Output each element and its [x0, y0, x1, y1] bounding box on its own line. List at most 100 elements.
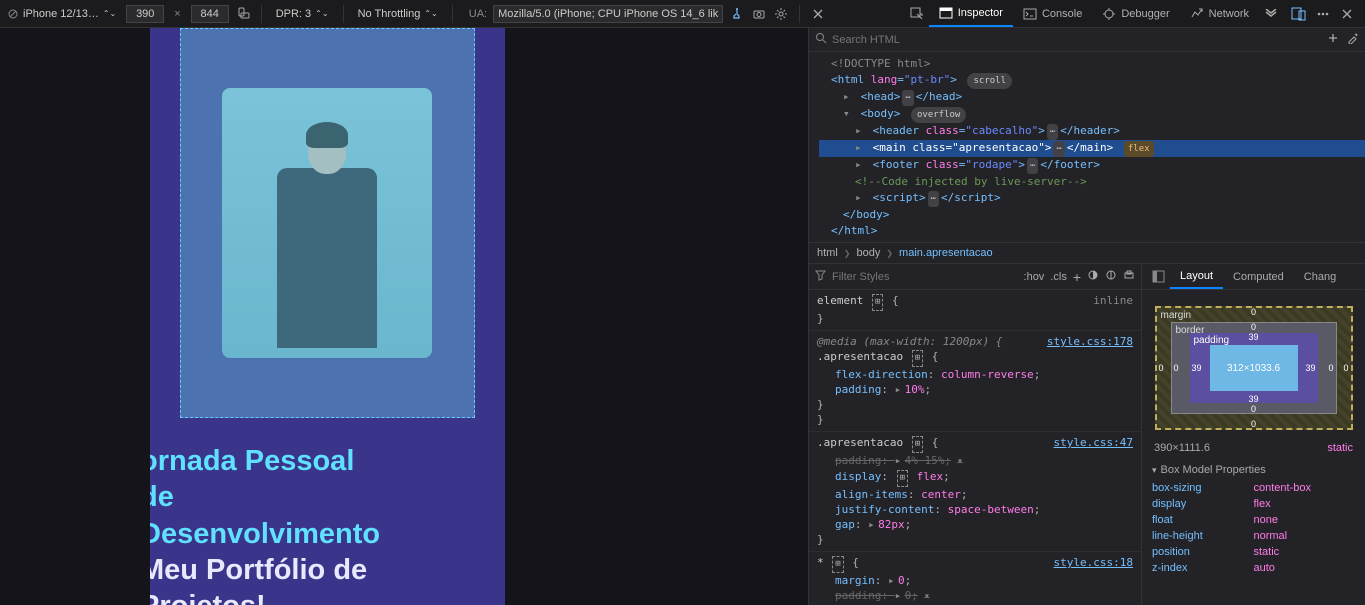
hov-toggle[interactable]: :hov [1024, 271, 1045, 283]
throttling-select[interactable]: No Throttling ⌃⌄ [354, 6, 442, 22]
prop-key[interactable]: position [1152, 546, 1254, 558]
screenshot-icon[interactable] [751, 6, 767, 22]
rotate-icon[interactable] [235, 6, 251, 22]
twisty-icon[interactable]: ▸ [855, 123, 863, 139]
twisty-icon[interactable]: ▸ [855, 157, 863, 173]
rule-star[interactable]: style.css:18 * ⊞ { margin: ▸0; padding: … [809, 552, 1141, 605]
prop-key[interactable]: z-index [1152, 562, 1254, 574]
crumb-main[interactable]: main.apresentacao [899, 247, 993, 259]
css-prop[interactable]: align-items: center; [817, 487, 1133, 502]
funnel-icon[interactable]: ▾ [924, 591, 930, 602]
add-element-icon[interactable] [1327, 32, 1339, 47]
add-rule-icon[interactable]: + [1073, 269, 1081, 285]
flex-inspector-icon[interactable]: ⊞ [872, 294, 883, 311]
ellipsis-icon[interactable]: ⋯ [902, 90, 913, 106]
prop-key[interactable]: display [1152, 498, 1254, 510]
dom-script-el[interactable]: ▸ <script>⋯</script> [819, 190, 1365, 207]
twisty-icon[interactable]: ▸ [895, 588, 903, 603]
source-link[interactable]: style.css:178 [1047, 334, 1133, 349]
touch-icon[interactable] [729, 6, 745, 22]
css-prop[interactable]: display: ⊞ flex; [817, 469, 1133, 487]
tab-inspector[interactable]: Inspector [929, 0, 1013, 27]
rule-media-apresentacao[interactable]: style.css:178 @media (max-width: 1200px)… [809, 331, 1141, 432]
pick-element-icon[interactable] [909, 6, 925, 22]
tab-console[interactable]: Console [1013, 0, 1092, 27]
css-prop[interactable]: justify-content: space-between; [817, 502, 1133, 517]
padding-right-val[interactable]: 39 [1305, 363, 1315, 373]
prop-key[interactable]: float [1152, 514, 1254, 526]
margin-right-val[interactable]: 0 [1343, 363, 1348, 373]
flex-inspector-icon[interactable]: ⊞ [912, 436, 923, 453]
light-dark-icon[interactable] [1087, 269, 1099, 284]
close-rdm-icon[interactable] [810, 6, 826, 22]
cls-toggle[interactable]: .cls [1050, 271, 1067, 283]
ellipsis-icon[interactable]: ⋯ [1053, 141, 1064, 157]
sidebar-toggle-icon[interactable] [1146, 270, 1170, 283]
dom-main-el-selected[interactable]: ▸ <main class="apresentacao">⋯</main> fl… [819, 140, 1365, 157]
print-sim-icon[interactable] [1123, 269, 1135, 284]
padding-left-val[interactable]: 39 [1192, 363, 1202, 373]
css-prop[interactable]: margin: ▸0; [817, 573, 1133, 588]
css-prop[interactable]: padding: ▸10%; [817, 382, 1133, 397]
source-link[interactable]: style.css:18 [1054, 555, 1133, 570]
dom-comment[interactable]: <!--Code injected by live-server--> [819, 174, 1365, 190]
border-right-val[interactable]: 0 [1328, 363, 1333, 373]
dpr-select[interactable]: DPR: 3 ⌃⌄ [272, 6, 333, 22]
twisty-icon[interactable]: ▾ [843, 106, 851, 122]
twisty-icon[interactable]: ▸ [855, 190, 863, 206]
crumb-html[interactable]: html [817, 247, 838, 259]
twisty-icon[interactable]: ▸ [895, 453, 903, 468]
dom-footer-el[interactable]: ▸ <footer class="rodape">⋯</footer> [819, 157, 1365, 174]
margin-bottom-val[interactable]: 0 [1251, 419, 1256, 429]
prop-key[interactable]: box-sizing [1152, 482, 1254, 494]
tab-computed[interactable]: Computed [1223, 264, 1294, 289]
css-prop[interactable]: gap: ▸82px; [817, 517, 1133, 532]
device-select[interactable]: iPhone 12/13… ⌃⌄ [4, 6, 120, 22]
twisty-icon[interactable]: ▸ [843, 89, 851, 105]
tab-debugger[interactable]: Debugger [1092, 0, 1179, 27]
rule-apresentacao[interactable]: style.css:47 .apresentacao ⊞ { padding: … [809, 432, 1141, 552]
kebab-menu-icon[interactable] [1315, 6, 1331, 22]
flex-badge[interactable]: flex [1124, 141, 1154, 157]
dom-html-open[interactable]: <html lang="pt-br"> scroll [819, 72, 1365, 89]
padding-top-val[interactable]: 39 [1248, 332, 1258, 342]
border-left-val[interactable]: 0 [1174, 363, 1179, 373]
more-tabs-icon[interactable] [1263, 6, 1279, 22]
css-prop[interactable]: flex-direction: column-reverse; [817, 367, 1133, 382]
source-link[interactable]: style.css:47 [1054, 435, 1133, 450]
ellipsis-icon[interactable]: ⋯ [1047, 124, 1058, 140]
padding-bottom-val[interactable]: 39 [1248, 394, 1258, 404]
tab-changes[interactable]: Chang [1294, 264, 1346, 289]
border-bottom-val[interactable]: 0 [1251, 404, 1256, 414]
twisty-icon[interactable]: ▸ [888, 573, 896, 588]
prop-key[interactable]: line-height [1152, 530, 1254, 542]
filter-styles-input[interactable] [832, 271, 1018, 283]
box-model-diagram[interactable]: margin 0 0 0 0 border 0 0 0 0 [1155, 306, 1353, 430]
dom-body-open[interactable]: ▾ <body> overflow [819, 106, 1365, 123]
rule-element[interactable]: inline element ⊞ { } [809, 290, 1141, 331]
flex-inspector-icon[interactable]: ⊞ [912, 350, 923, 367]
dom-head[interactable]: ▸ <head>⋯</head> [819, 89, 1365, 106]
settings-gear-icon[interactable] [773, 6, 789, 22]
dom-html-close[interactable]: </html> [819, 223, 1365, 239]
viewport-height-input[interactable] [191, 5, 229, 23]
eyedropper-icon[interactable] [1347, 32, 1359, 47]
tab-network[interactable]: Network [1180, 0, 1259, 27]
dom-header-el[interactable]: ▸ <header class="cabecalho">⋯</header> [819, 123, 1365, 140]
ua-input[interactable] [493, 5, 723, 23]
twisty-icon[interactable]: ▸ [895, 382, 903, 397]
flex-inspector-icon[interactable]: ⊞ [897, 470, 908, 487]
css-prop-overridden[interactable]: padding: ▸0;▾ [817, 588, 1133, 604]
html-search-input[interactable] [832, 34, 1319, 46]
device-frame[interactable]: ornada Pessoal de Desenvolvimento Meu Po… [150, 28, 505, 605]
funnel-icon[interactable]: ▾ [957, 456, 963, 467]
content-dims[interactable]: 312×1033.6 [1210, 345, 1298, 391]
box-props-header[interactable]: ▾ Box Model Properties [1152, 464, 1355, 476]
twisty-icon[interactable]: ▸ [855, 140, 863, 156]
rules-list[interactable]: inline element ⊞ { } style.css:178 @medi… [809, 290, 1141, 605]
dom-doctype[interactable]: <!DOCTYPE html> [819, 56, 1365, 72]
responsive-mode-icon[interactable] [1291, 6, 1307, 22]
crumb-body[interactable]: body [856, 247, 880, 259]
tab-layout[interactable]: Layout [1170, 264, 1223, 289]
border-top-val[interactable]: 0 [1251, 322, 1256, 332]
